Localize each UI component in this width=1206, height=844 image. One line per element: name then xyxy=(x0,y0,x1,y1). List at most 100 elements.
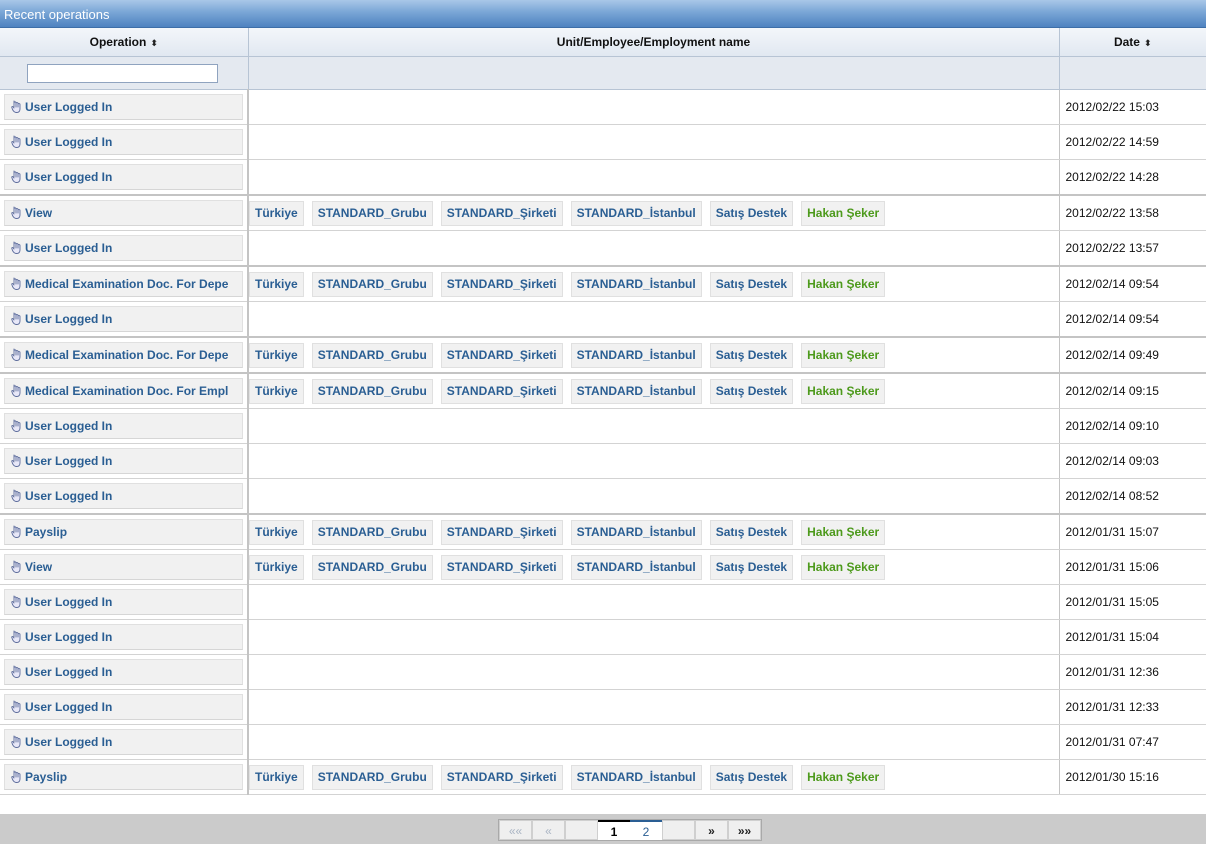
unit-link[interactable]: STANDARD_Grubu xyxy=(311,342,433,368)
unit-link[interactable]: STANDARD_Grubu xyxy=(311,271,433,297)
operation-cell: View xyxy=(0,195,249,231)
unit-link[interactable]: Türkiye xyxy=(249,554,304,580)
operation-label: User Logged In xyxy=(25,419,113,433)
operation-link[interactable]: User Logged In xyxy=(4,94,243,120)
unit-link[interactable]: Türkiye xyxy=(249,764,304,790)
hand-icon xyxy=(11,732,22,748)
next-page-button[interactable]: » xyxy=(695,820,728,840)
operation-label: Medical Examination Doc. For Depe xyxy=(25,348,229,362)
first-page-button[interactable]: «« xyxy=(499,820,532,840)
operation-cell: View xyxy=(0,549,249,585)
operation-link[interactable]: User Logged In xyxy=(4,129,243,155)
employee-link[interactable]: Hakan Şeker xyxy=(801,271,886,297)
unit-link[interactable]: STANDARD_İstanbul xyxy=(570,554,702,580)
operation-link[interactable]: User Logged In xyxy=(4,483,243,509)
unit-link[interactable]: STANDARD_İstanbul xyxy=(570,200,702,226)
employee-link[interactable]: Hakan Şeker xyxy=(801,519,886,545)
unit-link[interactable]: STANDARD_Grubu xyxy=(311,200,433,226)
page-2-button[interactable]: 2 xyxy=(630,820,662,840)
operation-link[interactable]: Payslip xyxy=(4,764,243,790)
unit-link[interactable]: STANDARD_Grubu xyxy=(311,519,433,545)
unit-link[interactable]: STANDARD_İstanbul xyxy=(570,271,702,297)
operation-label: User Logged In xyxy=(25,595,113,609)
unit-link[interactable]: STANDARD_Şirketi xyxy=(440,554,563,580)
operation-cell: User Logged In xyxy=(0,443,249,479)
unit-link[interactable]: STANDARD_Grubu xyxy=(311,378,433,404)
operation-link[interactable]: Payslip xyxy=(4,519,243,545)
operation-link[interactable]: Medical Examination Doc. For Depe xyxy=(4,342,243,368)
unit-link[interactable]: Satış Destek xyxy=(709,342,794,368)
operation-link[interactable]: View xyxy=(4,554,243,580)
operation-link[interactable]: User Logged In xyxy=(4,624,243,650)
operation-label: Medical Examination Doc. For Empl xyxy=(25,384,229,398)
unit-link[interactable]: STANDARD_Şirketi xyxy=(440,342,563,368)
pager-bar: «« « 1 2 » »» xyxy=(0,814,1206,844)
unit-link[interactable]: Türkiye xyxy=(249,378,304,404)
operation-label: User Logged In xyxy=(25,454,113,468)
unit-link[interactable]: Türkiye xyxy=(249,342,304,368)
table-row: User Logged In 2012/01/31 12:36 xyxy=(0,654,1206,690)
operation-filter-input[interactable] xyxy=(27,63,218,83)
column-header-operation[interactable]: Operation ⬍ xyxy=(0,28,249,57)
operation-link[interactable]: User Logged In xyxy=(4,694,243,720)
employee-link[interactable]: Hakan Şeker xyxy=(801,764,886,790)
unit-link[interactable]: Satış Destek xyxy=(709,519,794,545)
unit-link[interactable]: STANDARD_İstanbul xyxy=(570,378,702,404)
unit-link[interactable]: Türkiye xyxy=(249,200,304,226)
unit-link[interactable]: STANDARD_İstanbul xyxy=(570,342,702,368)
unit-link[interactable]: STANDARD_Şirketi xyxy=(440,519,563,545)
unit-link[interactable]: Satış Destek xyxy=(709,764,794,790)
operation-link[interactable]: User Logged In xyxy=(4,729,243,755)
column-header-date[interactable]: Date ⬍ xyxy=(1058,28,1206,57)
unit-link[interactable]: Satış Destek xyxy=(709,200,794,226)
date-cell: 2012/02/14 09:54 xyxy=(1058,266,1206,302)
operation-link[interactable]: User Logged In xyxy=(4,589,243,615)
page-1-button[interactable]: 1 xyxy=(598,820,630,840)
operation-cell: User Logged In xyxy=(0,478,249,515)
operation-link[interactable]: User Logged In xyxy=(4,164,243,190)
operation-link[interactable]: Medical Examination Doc. For Empl xyxy=(4,378,243,404)
sort-arrows-icon[interactable]: ⬍ xyxy=(1144,38,1152,48)
date-cell: 2012/02/22 14:59 xyxy=(1058,124,1206,160)
hand-icon xyxy=(11,557,22,573)
unit-link[interactable]: Türkiye xyxy=(249,519,304,545)
column-header-label: Date xyxy=(1113,35,1140,49)
previous-page-button[interactable]: « xyxy=(532,820,565,840)
unit-link[interactable]: STANDARD_Grubu xyxy=(311,764,433,790)
employee-link[interactable]: Hakan Şeker xyxy=(801,378,886,404)
operation-label: User Logged In xyxy=(25,170,113,184)
operation-link[interactable]: View xyxy=(4,200,243,226)
unit-link[interactable]: STANDARD_Grubu xyxy=(311,554,433,580)
operation-cell: User Logged In xyxy=(0,619,249,655)
unit-link[interactable]: STANDARD_İstanbul xyxy=(570,519,702,545)
unit-link[interactable]: STANDARD_İstanbul xyxy=(570,764,702,790)
hand-icon xyxy=(11,238,22,254)
operation-cell: User Logged In xyxy=(0,230,249,267)
date-cell: 2012/01/31 07:47 xyxy=(1058,724,1206,760)
unit-link[interactable]: STANDARD_Şirketi xyxy=(440,271,563,297)
unit-link[interactable]: STANDARD_Şirketi xyxy=(440,764,563,790)
operation-link[interactable]: User Logged In xyxy=(4,659,243,685)
unit-link[interactable]: STANDARD_Şirketi xyxy=(440,200,563,226)
operation-link[interactable]: Medical Examination Doc. For Depe xyxy=(4,271,243,297)
unit-link[interactable]: Satış Destek xyxy=(709,271,794,297)
table-row: View Türkiye STANDARD_Grubu STANDARD_Şirket… xyxy=(0,195,1206,231)
operation-cell: User Logged In xyxy=(0,724,249,760)
sort-arrows-icon[interactable]: ⬍ xyxy=(150,38,158,48)
operation-link[interactable]: User Logged In xyxy=(4,306,243,332)
unit-cell: Türkiye STANDARD_Grubu STANDARD_Şirketi STA… xyxy=(248,549,1059,585)
employee-link[interactable]: Hakan Şeker xyxy=(801,200,886,226)
unit-link[interactable]: Türkiye xyxy=(249,271,304,297)
operation-link[interactable]: User Logged In xyxy=(4,448,243,474)
employee-link[interactable]: Hakan Şeker xyxy=(801,554,886,580)
operation-link[interactable]: User Logged In xyxy=(4,413,243,439)
unit-link[interactable]: STANDARD_Şirketi xyxy=(440,378,563,404)
unit-link[interactable]: Satış Destek xyxy=(709,554,794,580)
operation-link[interactable]: User Logged In xyxy=(4,235,243,261)
table-row: User Logged In 2012/01/31 15:05 xyxy=(0,584,1206,620)
unit-link[interactable]: Satış Destek xyxy=(709,378,794,404)
unit-cell xyxy=(248,619,1059,655)
employee-link[interactable]: Hakan Şeker xyxy=(801,342,886,368)
date-cell: 2012/01/31 15:04 xyxy=(1058,619,1206,655)
last-page-button[interactable]: »» xyxy=(728,820,761,840)
